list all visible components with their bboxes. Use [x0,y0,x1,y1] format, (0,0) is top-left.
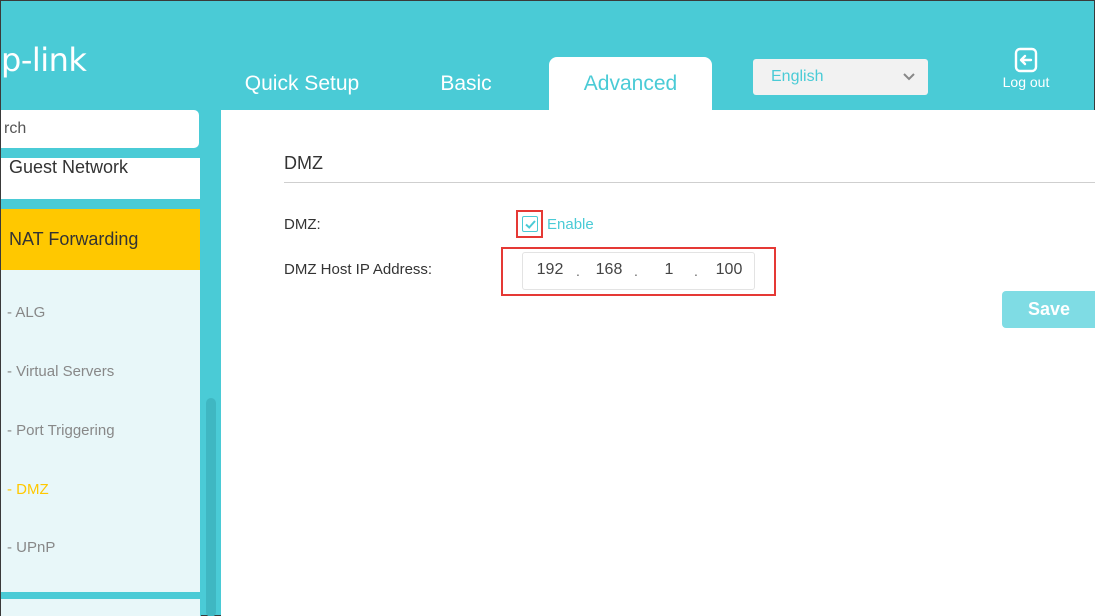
nat-submenu: - ALG - Virtual Servers - Port Triggerin… [1,270,200,592]
language-selected: English [771,68,824,85]
dmz-enable-checkbox[interactable] [522,216,538,232]
tab-quick-setup[interactable]: Quick Setup [231,57,373,111]
logout-icon [996,47,1056,73]
dmz-host-ip-field: . . . [522,252,755,290]
tplink-logo: p-link [1,41,87,79]
sidebar-item-guest-network[interactable]: Guest Network [1,158,200,199]
enable-label[interactable]: Enable [547,216,594,233]
main-panel: DMZ DMZ: Enable DMZ Host IP Address: . .… [221,110,1095,616]
ip-separator: . [576,263,580,279]
sidebar-subitem-port-triggering[interactable]: - Port Triggering [7,422,115,439]
chevron-down-icon [902,69,916,88]
language-select[interactable]: English [753,59,928,95]
tab-basic[interactable]: Basic [411,57,521,111]
dmz-label: DMZ: [284,216,321,233]
sidebar-item-next[interactable] [1,599,200,616]
ip-separator: . [694,263,698,279]
sidebar-subitem-alg[interactable]: - ALG [7,304,45,321]
sidebar: Guest Network NAT Forwarding - ALG - Vir… [1,158,201,616]
save-button[interactable]: Save [1002,291,1095,328]
ip-octet-1[interactable] [532,261,568,279]
ip-octet-4[interactable] [711,261,747,279]
ip-octet-3[interactable] [651,261,687,279]
ip-octet-2[interactable] [591,261,627,279]
sidebar-scrollbar[interactable] [206,398,216,616]
section-divider [284,182,1095,183]
sidebar-subitem-virtual-servers[interactable]: - Virtual Servers [7,363,114,380]
sidebar-subitem-dmz[interactable]: - DMZ [7,481,49,498]
ip-separator: . [634,263,638,279]
sidebar-subitem-upnp[interactable]: - UPnP [7,539,55,556]
dmz-host-ip-label: DMZ Host IP Address: [284,261,433,278]
sidebar-item-nat-forwarding[interactable]: NAT Forwarding [1,209,200,270]
logout-label: Log out [1002,74,1050,90]
logout-button[interactable]: Log out [996,47,1056,97]
section-title: DMZ [284,153,323,173]
search-input[interactable] [1,110,199,148]
tab-advanced[interactable]: Advanced [549,57,712,111]
